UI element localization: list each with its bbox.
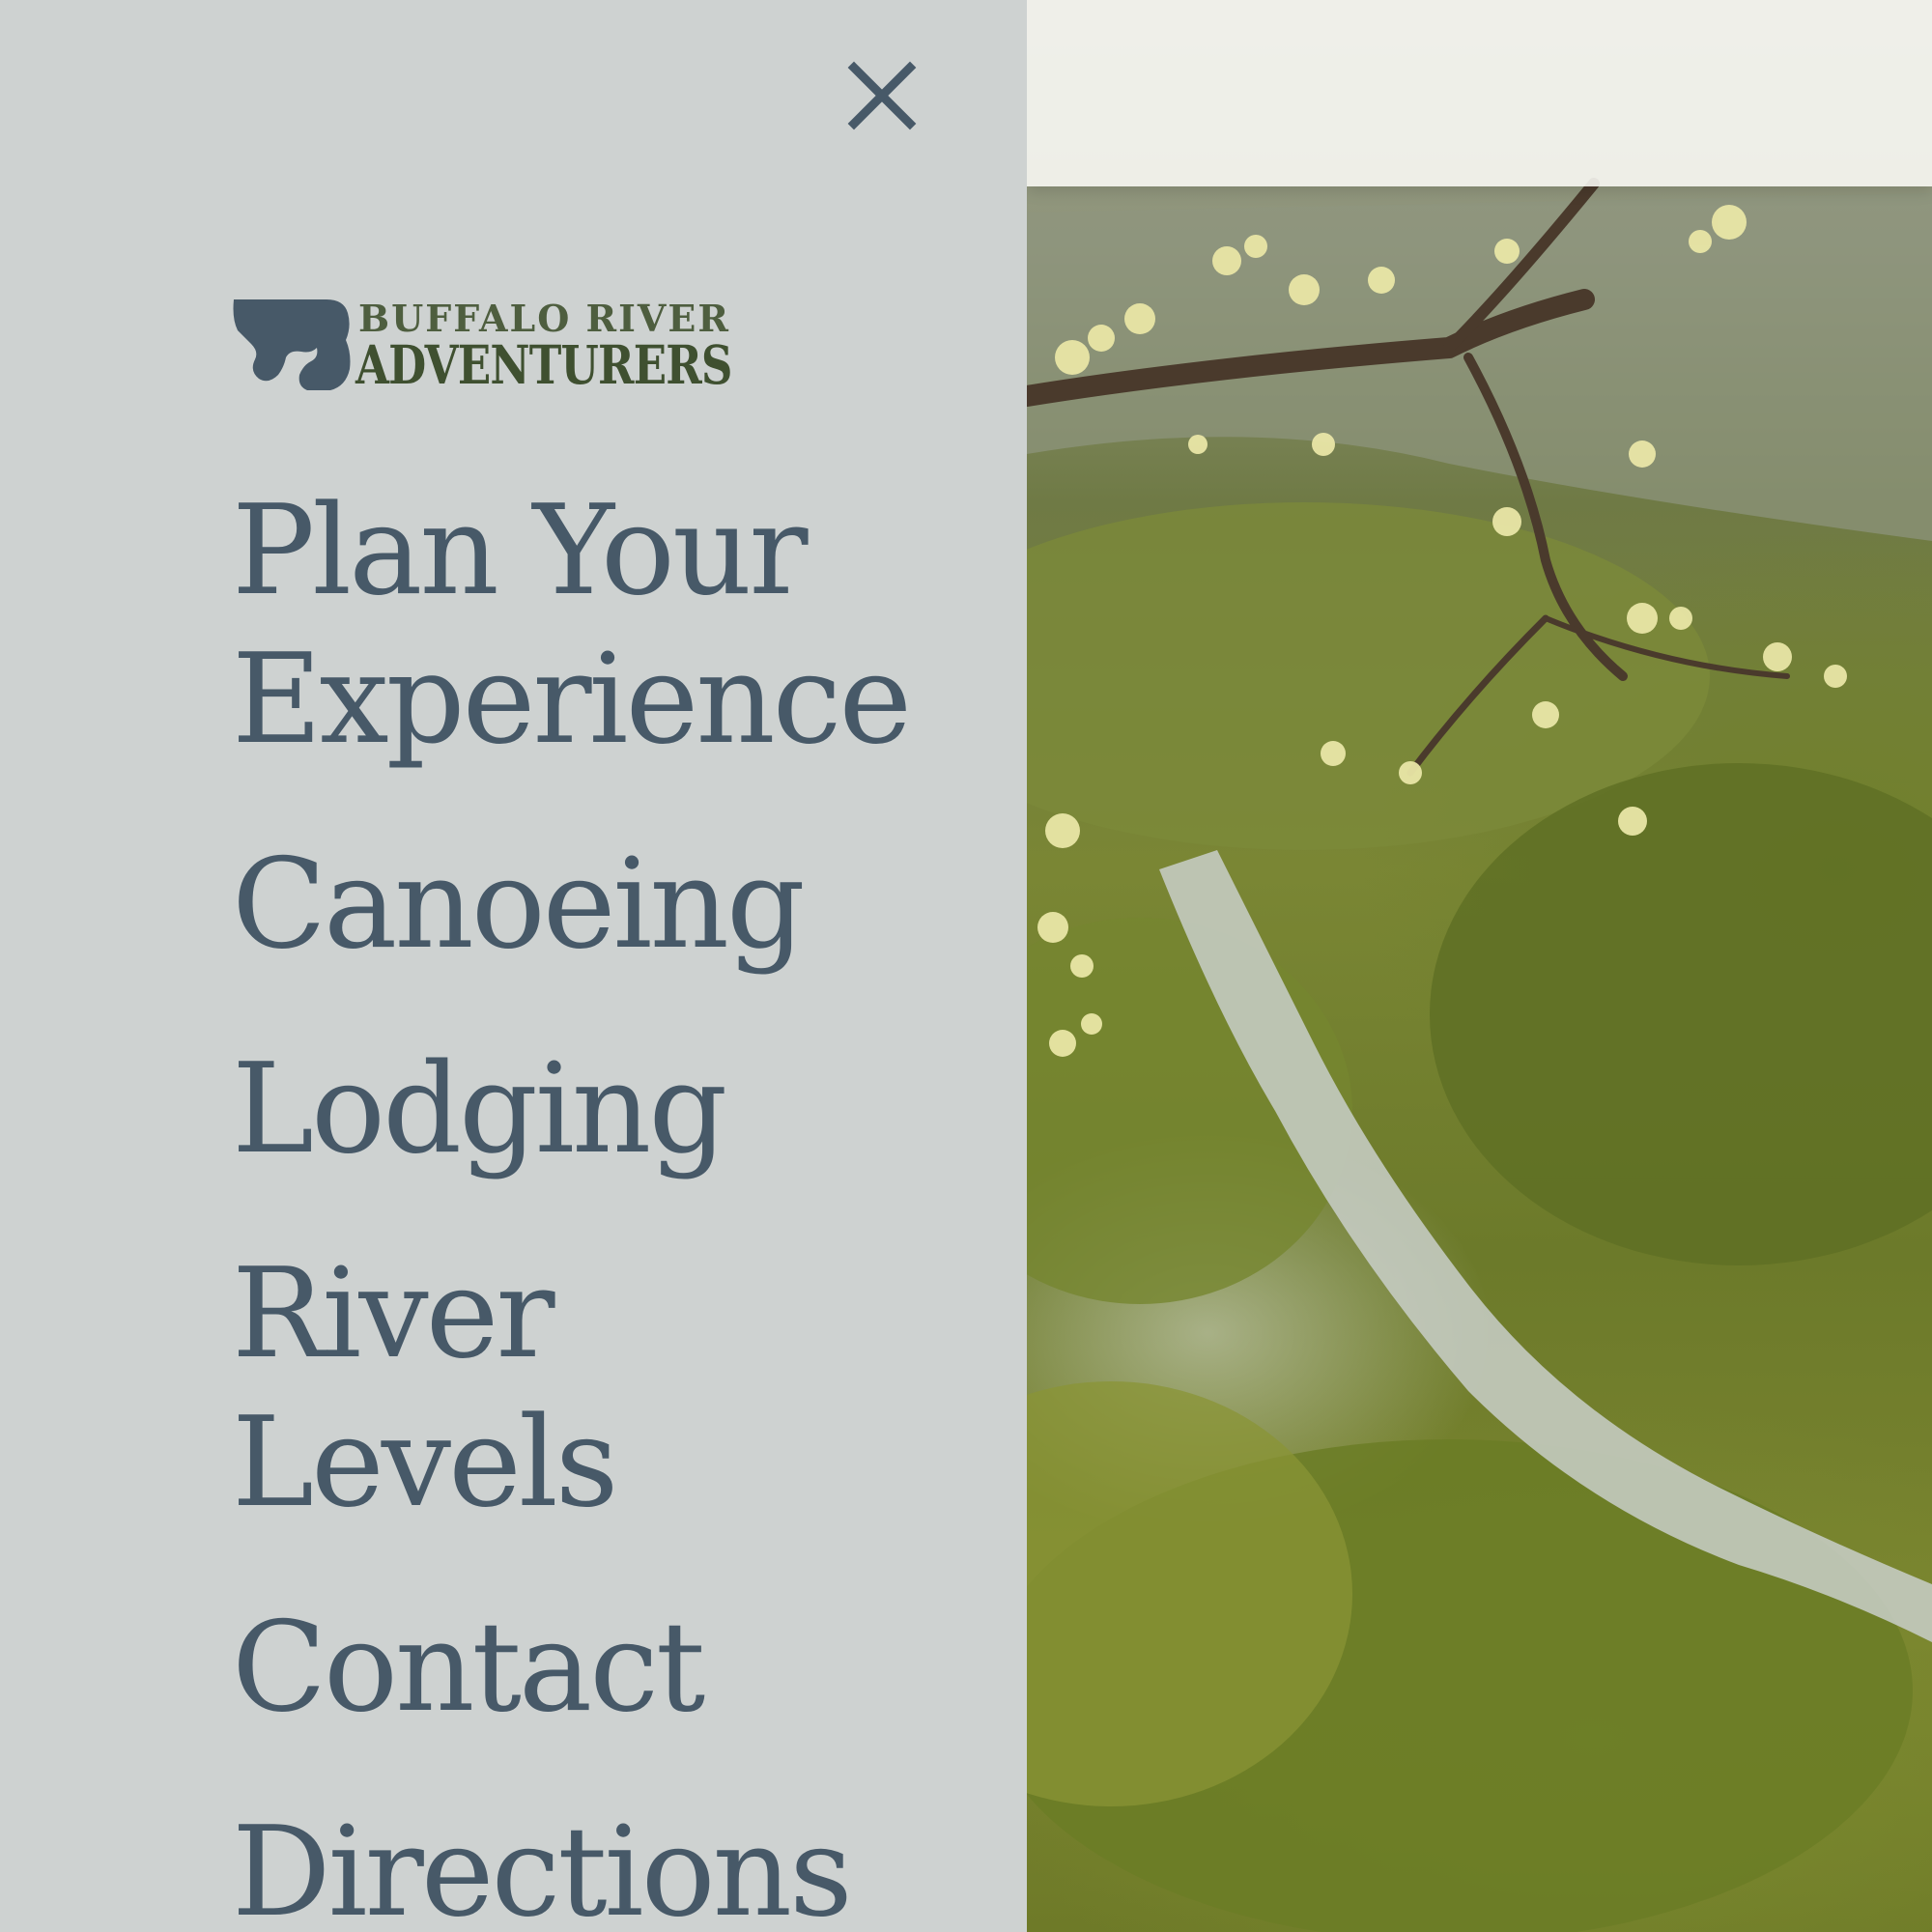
nav-item-canoeing[interactable]: Canoeing — [232, 831, 1005, 980]
site-logo[interactable]: BUFFALO RIVER ADVENTURERS — [230, 294, 771, 394]
nav-item-lodging[interactable]: Lodging — [232, 1036, 1005, 1184]
close-menu-button[interactable] — [838, 52, 925, 139]
nav-item-directions[interactable]: Directions — [232, 1799, 1005, 1932]
close-icon — [847, 61, 917, 130]
nav-item-river-levels[interactable]: River Levels — [232, 1240, 734, 1538]
main-navigation: Plan Your Experience Canoeing Lodging Ri… — [232, 477, 1005, 1932]
logo-text-line2: ADVENTURERS — [355, 333, 732, 396]
nav-item-plan-your-experience[interactable]: Plan Your Experience — [232, 477, 1005, 775]
site-header-bar — [1027, 0, 1932, 186]
nav-item-contact[interactable]: Contact — [232, 1594, 1005, 1743]
mobile-menu-panel: BUFFALO RIVER ADVENTURERS Plan Your Expe… — [0, 0, 1027, 1932]
buffalo-head-icon — [233, 299, 351, 390]
logo-text-line1: BUFFALO RIVER — [358, 297, 730, 340]
